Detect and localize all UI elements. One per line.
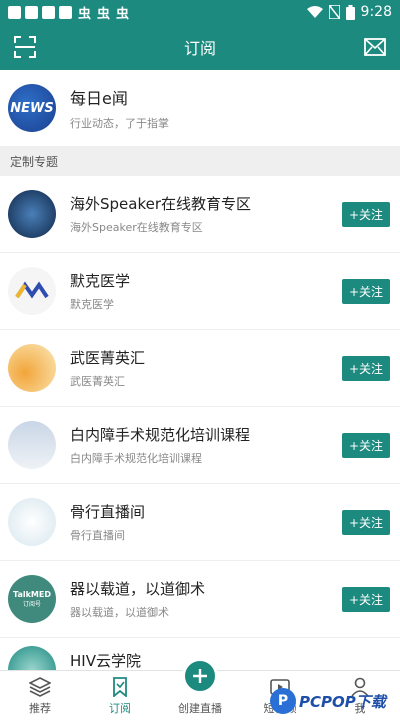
list-item[interactable]: 默克医学 默克医学 +关注 <box>0 253 400 330</box>
tab-recommend[interactable]: 推荐 <box>0 671 80 720</box>
follow-button[interactable]: +关注 <box>342 587 390 612</box>
news-logo: NEWS <box>8 84 56 132</box>
topic-name: 白内障手术规范化培训课程 <box>70 426 251 444</box>
follow-button[interactable]: +关注 <box>342 279 390 304</box>
notification-icon <box>25 5 38 19</box>
topic-subtitle: 默克医学 <box>70 298 114 311</box>
follow-button[interactable]: +关注 <box>342 510 390 535</box>
topic-avatar <box>8 267 56 315</box>
topic-name: 骨行直播间 <box>70 503 146 521</box>
section-header: 定制专题 <box>0 146 400 176</box>
watermark: P PCPOP下载 <box>270 684 398 718</box>
daily-title: 每日e闻 <box>70 89 128 108</box>
bug-icon: 虫 <box>116 6 130 22</box>
topic-name: 器以载道，以道御术 <box>70 580 206 598</box>
topic-avatar <box>8 646 56 670</box>
follow-button[interactable]: +关注 <box>342 433 390 458</box>
list-item[interactable]: 白内障手术规范化培训课程 白内障手术规范化培训课程 +关注 <box>0 407 400 484</box>
bookmark-icon <box>113 677 127 697</box>
topic-name: 武医菁英汇 <box>70 349 146 367</box>
notification-icons: 虫 虫 虫 <box>8 3 129 22</box>
bug-icon: 虫 <box>78 6 92 22</box>
topic-subtitle: 海外Speaker在线教育专区 <box>70 221 203 234</box>
mail-icon[interactable] <box>364 37 386 57</box>
plus-icon <box>193 669 207 683</box>
notification-icon <box>42 5 55 19</box>
list-item[interactable]: TalkMED 订阅号 器以载道，以道御术 器以载道，以道御术 +关注 <box>0 561 400 638</box>
topic-subtitle: 白内障手术规范化培训课程 <box>70 452 202 465</box>
topic-subtitle: 武医菁英汇 <box>70 375 125 388</box>
watermark-text: PCPOP下载 <box>299 692 386 711</box>
no-sim-icon <box>328 5 340 19</box>
tab-label: 订阅 <box>109 702 131 715</box>
avatar-subtitle: 订阅号 <box>22 601 41 608</box>
topic-list[interactable]: 海外Speaker在线教育专区 海外Speaker在线教育专区 +关注 默克医学… <box>0 176 400 670</box>
watermark-logo: P <box>270 688 296 714</box>
status-bar: 虫 虫 虫 9:28 <box>0 0 400 24</box>
clock: 9:28 <box>360 4 392 20</box>
wifi-icon <box>306 5 323 18</box>
list-item[interactable]: 武医菁英汇 武医菁英汇 +关注 <box>0 330 400 407</box>
follow-button[interactable]: +关注 <box>342 356 390 381</box>
topic-subtitle: 器以载道，以道御术 <box>70 606 169 619</box>
create-live-button[interactable] <box>182 658 218 694</box>
page-title: 订阅 <box>183 39 216 58</box>
topic-avatar: TalkMED 订阅号 <box>8 575 56 623</box>
topic-avatar <box>8 190 56 238</box>
topic-name: 默克医学 <box>70 272 131 290</box>
topic-avatar <box>8 421 56 469</box>
notification-icon <box>8 5 21 19</box>
tab-subscribe[interactable]: 订阅 <box>80 671 160 720</box>
battery-icon <box>345 4 355 20</box>
tab-label: 创建直播 <box>178 702 222 715</box>
topic-name: 海外Speaker在线教育专区 <box>70 195 252 213</box>
list-item[interactable]: 海外Speaker在线教育专区 海外Speaker在线教育专区 +关注 <box>0 176 400 253</box>
tab-label: 推荐 <box>29 702 51 715</box>
merck-logo-icon <box>15 281 49 299</box>
top-bar: 订阅 <box>0 24 400 70</box>
daily-news-entry[interactable]: NEWS 每日e闻 行业动态，了于指掌 <box>0 70 400 146</box>
bug-icon: 虫 <box>97 6 111 22</box>
list-item[interactable]: 骨行直播间 骨行直播间 +关注 <box>0 484 400 561</box>
follow-button[interactable]: +关注 <box>342 202 390 227</box>
topic-avatar <box>8 498 56 546</box>
topic-subtitle: 骨行直播间 <box>70 529 125 542</box>
topic-name: HIV云学院 <box>70 652 141 670</box>
avatar-title: TalkMED <box>13 590 51 599</box>
topic-avatar <box>8 344 56 392</box>
daily-subtitle: 行业动态，了于指掌 <box>70 117 169 130</box>
notification-icon <box>59 5 72 19</box>
layers-icon <box>29 677 51 697</box>
scan-icon[interactable] <box>14 36 36 58</box>
